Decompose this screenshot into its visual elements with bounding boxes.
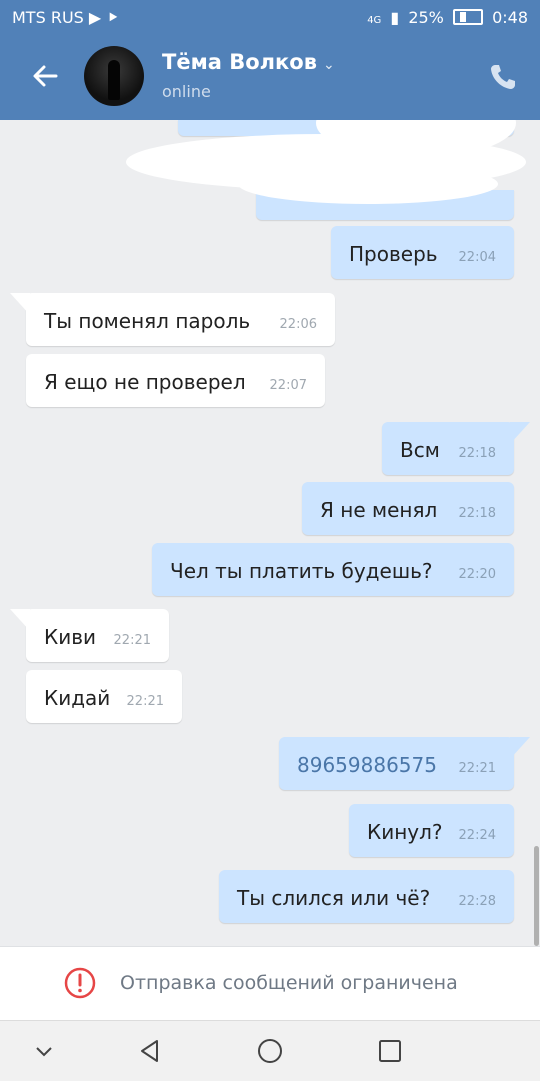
bubble-tail xyxy=(10,293,30,315)
contact-status: online xyxy=(162,82,211,101)
message-bubble[interactable]: Всм 22:18 xyxy=(382,422,514,475)
recents-square-icon[interactable] xyxy=(374,1035,406,1067)
signal-icon: ▮ xyxy=(390,8,400,27)
message-list[interactable]: Проверь 22:04 Ты поменял пароль 22:06 Я … xyxy=(0,120,540,946)
restriction-text: Отправка сообщений ограничена xyxy=(120,972,458,994)
clock: 0:48 xyxy=(492,8,528,27)
bubble-tail xyxy=(510,422,530,444)
message-bubble[interactable]: Киви 22:21 xyxy=(26,609,169,662)
restriction-banner: Отправка сообщений ограничена xyxy=(0,946,540,1021)
back-triangle-icon[interactable] xyxy=(134,1035,166,1067)
status-bar: MTS RUS ▶ ⯈ 4G ▮ 25% 0:48 xyxy=(0,0,540,36)
message-bubble[interactable]: Чел ты платить будешь? 22:20 xyxy=(152,543,514,596)
chevron-down-icon: ⌄ xyxy=(323,57,335,73)
home-circle-icon[interactable] xyxy=(254,1035,286,1067)
phone-number-link[interactable]: 89659886575 xyxy=(297,753,437,777)
message-bubble[interactable]: Я ещо не проверел 22:07 xyxy=(26,354,325,407)
message-bubble[interactable]: Я не менял 22:18 xyxy=(302,482,514,535)
play-icon: ▶ xyxy=(88,8,102,27)
avatar[interactable] xyxy=(84,46,144,106)
bubble-tail xyxy=(510,737,530,759)
message-bubble[interactable]: Ты слился или чё? 22:28 xyxy=(219,870,514,923)
network-type: 4G xyxy=(367,15,382,26)
bubble-tail xyxy=(10,609,30,631)
message-bubble[interactable]: Кидай 22:21 xyxy=(26,670,182,723)
contact-name[interactable]: Тёма Волков ⌄ xyxy=(162,50,335,74)
store-icon: ⯈ xyxy=(106,8,120,27)
phone-icon[interactable] xyxy=(488,62,518,92)
arrow-left-icon[interactable] xyxy=(26,56,66,96)
message-bubble[interactable]: Кинул? 22:24 xyxy=(349,804,514,857)
message-bubble[interactable]: Проверь 22:04 xyxy=(331,226,514,279)
exclamation-circle-icon xyxy=(64,967,96,999)
system-nav-bar xyxy=(0,1020,540,1081)
message-bubble[interactable]: 89659886575 22:21 xyxy=(279,737,514,790)
carrier-name: MTS RUS xyxy=(12,8,84,27)
scrollbar[interactable] xyxy=(534,846,539,946)
message-bubble[interactable]: Ты поменял пароль 22:06 xyxy=(26,293,335,346)
chat-header: Тёма Волков ⌄ online xyxy=(0,36,540,120)
battery-icon xyxy=(452,9,483,25)
battery-percent: 25% xyxy=(408,8,444,27)
redaction-scribble xyxy=(238,164,498,204)
chevron-down-icon[interactable] xyxy=(28,1035,60,1067)
